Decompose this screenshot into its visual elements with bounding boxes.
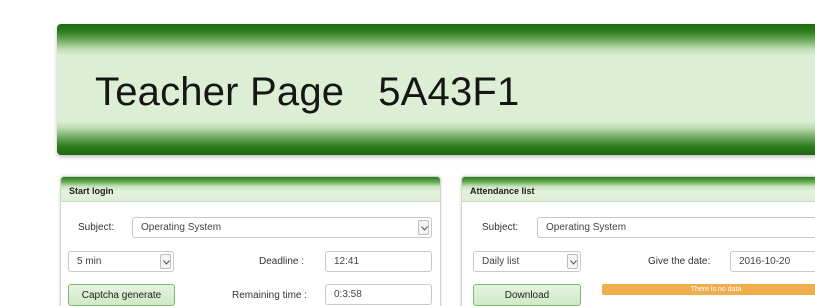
- chevron-down-icon: [567, 254, 578, 269]
- start-login-panel: Start login Subject: Operating System 5 …: [60, 176, 441, 306]
- duration-select[interactable]: 5 min: [68, 251, 174, 272]
- deadline-value: 12:41: [334, 256, 360, 267]
- remaining-time-value: 0:3:58: [334, 289, 362, 300]
- attendance-subject-value: Operating System: [546, 222, 627, 233]
- start-login-heading: Start login: [61, 177, 440, 202]
- date-value: 2016-10-20: [739, 256, 791, 267]
- remaining-time-field[interactable]: 0:3:58: [325, 284, 432, 305]
- chevron-down-icon: [160, 254, 171, 269]
- page-title-text: Teacher Page: [95, 70, 345, 114]
- duration-select-value: 5 min: [77, 256, 102, 267]
- download-button[interactable]: Download: [473, 284, 581, 306]
- attendance-subject-label: Subject:: [482, 222, 519, 233]
- deadline-field[interactable]: 12:41: [325, 251, 432, 272]
- date-field[interactable]: 2016-10-20: [730, 251, 815, 272]
- no-data-alert: There is no data: [602, 284, 815, 295]
- attendance-list-panel: Attendance list Subject: Operating Syste…: [461, 176, 815, 306]
- give-date-label: Give the date:: [648, 256, 711, 267]
- list-type-value: Daily list: [482, 256, 520, 267]
- teacher-page: Teacher Page 5A43F1 Start login Subject:…: [0, 0, 815, 306]
- session-code: 5A43F1: [378, 70, 520, 114]
- page-title: Teacher Page 5A43F1: [95, 70, 520, 115]
- attendance-subject-select[interactable]: Operating System: [537, 217, 815, 238]
- subject-select-value: Operating System: [141, 222, 222, 233]
- remaining-time-label: Remaining time :: [232, 290, 308, 301]
- list-type-select[interactable]: Daily list: [473, 251, 581, 272]
- deadline-label: Deadline :: [259, 256, 305, 267]
- header-banner: Teacher Page 5A43F1: [57, 24, 815, 155]
- captcha-generate-button[interactable]: Captcha generate: [68, 284, 175, 306]
- subject-label: Subject:: [78, 222, 115, 233]
- attendance-list-heading: Attendance list: [462, 177, 815, 202]
- chevron-down-icon: [418, 220, 429, 235]
- subject-select[interactable]: Operating System: [132, 217, 432, 238]
